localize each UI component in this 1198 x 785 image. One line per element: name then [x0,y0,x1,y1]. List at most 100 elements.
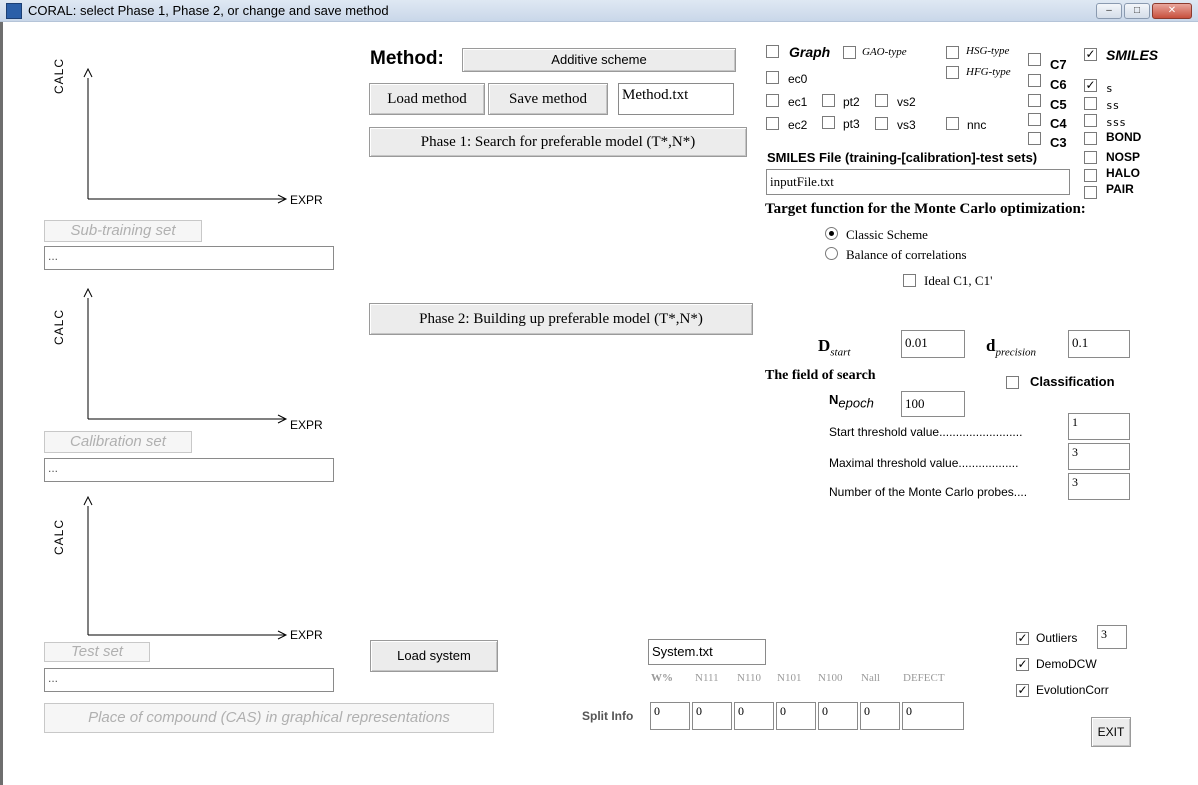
load-method-button[interactable]: Load method [369,83,485,115]
phase1-button[interactable]: Phase 1: Search for preferable model (T*… [369,127,747,157]
split-value-defect[interactable]: 0 [902,702,964,730]
classic-scheme-radio[interactable] [825,227,838,240]
maximize-button[interactable]: □ [1124,3,1150,19]
method-label: Method: [370,48,444,69]
window-border [0,22,3,785]
test-set-button[interactable]: Test set [44,642,150,662]
c5-checkbox[interactable] [1028,94,1041,107]
ss-label: ss [1106,99,1120,112]
split-value-n110[interactable]: 0 [734,702,774,730]
smiles-file-input[interactable]: inputFile.txt [766,169,1070,195]
n-epoch-input[interactable]: 100 [901,391,965,417]
nnc-label: nnc [967,118,987,132]
pt3-checkbox[interactable] [822,116,835,129]
c4-checkbox[interactable] [1028,113,1041,126]
target-function-heading: Target function for the Monte Carlo opti… [765,201,1086,217]
vs2-label: vs2 [897,95,916,109]
max-threshold-input[interactable]: 3 [1068,443,1130,470]
nosp-label: NOSP [1106,150,1141,164]
smiles-label: SMILES [1106,47,1159,63]
hfg-type-label: HFG-type [966,66,1011,78]
window-title: CORAL: select Phase 1, Phase 2, or chang… [28,3,389,18]
minimize-button[interactable]: – [1096,3,1122,19]
sub-training-set-button[interactable]: Sub-training set [44,220,202,242]
bond-checkbox[interactable] [1084,132,1097,145]
additive-scheme-button[interactable]: Additive scheme [462,48,736,72]
c7-checkbox[interactable] [1028,53,1041,66]
ideal-c1-checkbox[interactable] [903,274,916,287]
plot-axes [83,496,288,640]
s-checkbox[interactable]: ✓ [1084,79,1097,92]
balance-of-correlations-radio[interactable] [825,247,838,260]
halo-checkbox[interactable] [1084,169,1097,182]
c6-checkbox[interactable] [1028,74,1041,87]
outliers-input[interactable]: 3 [1097,625,1127,649]
vs3-checkbox[interactable] [875,117,888,130]
outliers-checkbox[interactable]: ✓ [1016,632,1029,645]
ideal-c1-label: Ideal C1, C1' [924,273,993,288]
plot-ylabel: CALC [52,308,66,345]
system-filename-input[interactable]: System.txt [648,639,766,665]
c3-checkbox[interactable] [1028,132,1041,145]
start-threshold-input[interactable]: 1 [1068,413,1130,440]
s-label: s [1106,82,1113,95]
plot-axes [83,67,288,204]
split-value-n101[interactable]: 0 [776,702,816,730]
monte-carlo-probes-input[interactable]: 3 [1068,473,1130,500]
hsg-type-checkbox[interactable] [946,46,959,59]
max-threshold-label: Maximal threshold value.................… [829,456,1019,470]
load-system-button[interactable]: Load system [370,640,498,672]
sss-checkbox[interactable] [1084,114,1097,127]
split-value-nall[interactable]: 0 [860,702,900,730]
split-value-n111[interactable]: 0 [692,702,732,730]
d-precision-label: dprecision [986,336,1036,359]
test-set-field[interactable]: ... [44,668,334,692]
c5-label: C5 [1050,97,1067,112]
sub-training-set-field[interactable]: ... [44,246,334,270]
gao-type-checkbox[interactable] [843,46,856,59]
nosp-checkbox[interactable] [1084,151,1097,164]
ec1-checkbox[interactable] [766,94,779,107]
balance-of-correlations-label: Balance of correlations [846,247,967,262]
c6-label: C6 [1050,77,1067,92]
vs2-checkbox[interactable] [875,94,888,107]
pt3-label: pt3 [843,117,860,131]
save-method-button[interactable]: Save method [488,83,608,115]
bond-label: BOND [1106,130,1142,144]
split-value-n100[interactable]: 0 [818,702,858,730]
graph-checkbox[interactable] [766,45,779,58]
calibration-set-field[interactable]: ... [44,458,334,482]
gao-type-label: GAO-type [862,46,907,58]
smiles-checkbox[interactable]: ✓ [1084,48,1097,61]
vs3-label: vs3 [897,118,916,132]
d-precision-input[interactable]: 0.1 [1068,330,1130,358]
start-threshold-label: Start threshold value...................… [829,425,1023,439]
plot-axes [83,287,288,424]
evolutioncorr-checkbox[interactable]: ✓ [1016,684,1029,697]
monte-carlo-probes-label: Number of the Monte Carlo probes.... [829,485,1028,499]
ec2-checkbox[interactable] [766,117,779,130]
place-of-compound-button[interactable]: Place of compound (CAS) in graphical rep… [44,703,494,733]
classification-checkbox[interactable] [1006,376,1019,389]
classic-scheme-label: Classic Scheme [846,227,928,242]
plot-xlabel: EXPR [290,628,323,642]
exit-button[interactable]: EXIT [1091,717,1131,747]
phase2-button[interactable]: Phase 2: Building up preferable model (T… [369,303,753,335]
plot-xlabel: EXPR [290,193,323,207]
split-value-w[interactable]: 0 [650,702,690,730]
nnc-checkbox[interactable] [946,117,959,130]
d-start-input[interactable]: 0.01 [901,330,965,358]
ec1-label: ec1 [788,95,808,109]
close-button[interactable]: ✕ [1152,3,1192,19]
c3-label: C3 [1050,135,1067,150]
demodcw-checkbox[interactable]: ✓ [1016,658,1029,671]
evolutioncorr-label: EvolutionCorr [1036,683,1109,697]
c4-label: C4 [1050,116,1067,131]
calibration-set-button[interactable]: Calibration set [44,431,192,453]
ss-checkbox[interactable] [1084,97,1097,110]
hfg-type-checkbox[interactable] [946,66,959,79]
pt2-checkbox[interactable] [822,94,835,107]
method-filename-input[interactable]: Method.txt [618,83,734,115]
pair-checkbox[interactable] [1084,186,1097,199]
ec0-checkbox[interactable] [766,71,779,84]
